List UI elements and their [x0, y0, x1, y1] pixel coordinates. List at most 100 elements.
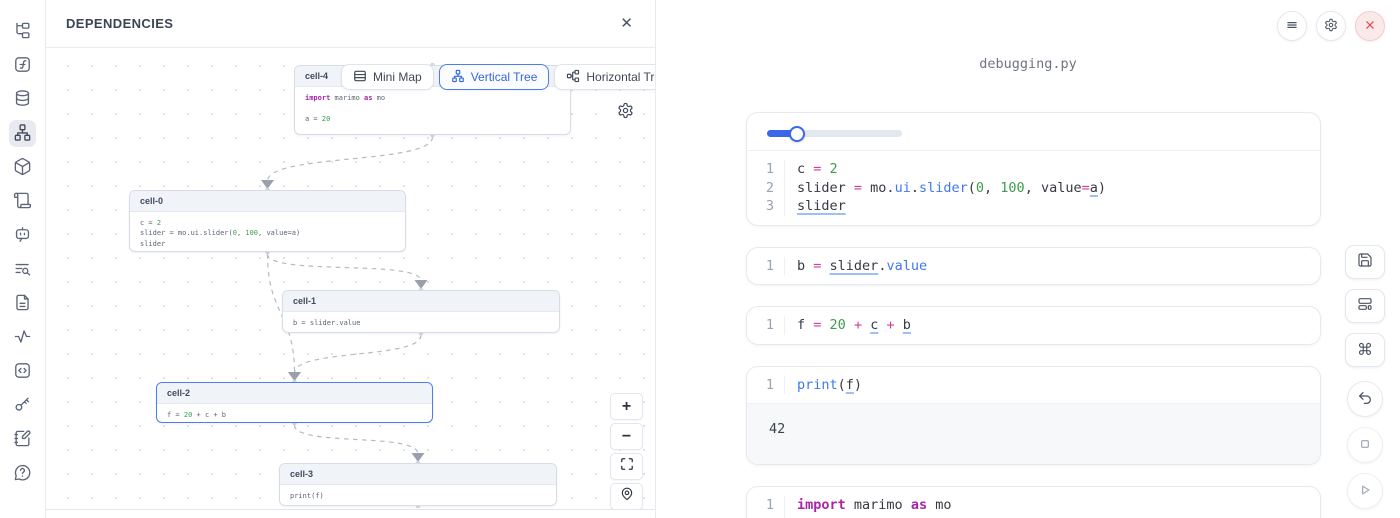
- list-search-icon: [13, 259, 32, 281]
- dependencies-panel: DEPENDENCIES ✕ cell-4import marimo as mo…: [46, 0, 656, 518]
- sidebar-item-datasources[interactable]: [9, 86, 36, 113]
- slider-thumb[interactable]: [789, 126, 805, 142]
- sidebar-item-dependencies[interactable]: [9, 120, 36, 147]
- code-source[interactable]: b = slider.value: [785, 257, 927, 276]
- node-code: c = 2slider = mo.ui.slider(0, 100, value…: [130, 212, 405, 252]
- sidebar-item-outline[interactable]: [9, 256, 36, 283]
- code-source[interactable]: import marimo as mo a = 20: [785, 496, 951, 518]
- logs-scroll-icon: [13, 191, 32, 213]
- center-view-button[interactable]: [610, 483, 643, 510]
- database-icon: [13, 89, 32, 111]
- command-icon: ⌘: [1357, 340, 1373, 360]
- node-code: import marimo as mo a = 20: [295, 87, 570, 130]
- function-icon: [13, 55, 32, 77]
- notebook-cell-cell-1: 1b = slider.value: [746, 247, 1321, 286]
- sidebar-item-scratchpad[interactable]: [9, 426, 36, 453]
- code-editor[interactable]: 123import marimo as mo a = 20: [747, 487, 1320, 518]
- graph-zoom-controls: + −: [610, 393, 643, 510]
- node-code: print(f): [280, 485, 556, 506]
- node-code: b = slider.value: [283, 312, 559, 333]
- vertical-tree-button[interactable]: Vertical Tree: [439, 64, 550, 90]
- dependency-graph-icon: [13, 123, 32, 145]
- graph-node-cell-2[interactable]: cell-2f = 20 + c + b: [156, 382, 433, 423]
- line-number-gutter: 123: [747, 496, 785, 518]
- dependency-graph-canvas[interactable]: cell-4import marimo as mo a = 20cell-0c …: [46, 48, 655, 510]
- code-editor[interactable]: 1f = 20 + c + b: [747, 307, 1320, 344]
- vertical-tree-icon: [451, 69, 465, 86]
- node-code: f = 20 + c + b: [157, 404, 432, 423]
- line-number-gutter: 123: [747, 160, 785, 216]
- menu-icon: [1285, 18, 1299, 35]
- code-source[interactable]: c = 2slider = mo.ui.slider(0, 100, value…: [785, 160, 1106, 216]
- play-icon: [1357, 482, 1373, 501]
- notebook-topbar: [1277, 11, 1385, 41]
- code-square-icon: [13, 361, 32, 383]
- line-number-gutter: 1: [747, 316, 785, 335]
- notebook-action-rail: ⌘: [1345, 245, 1385, 509]
- graph-node-cell-3[interactable]: cell-3print(f): [279, 463, 557, 506]
- close-panel-button[interactable]: ✕: [618, 14, 635, 33]
- key-icon: [13, 395, 32, 417]
- code-editor[interactable]: 123c = 2slider = mo.ui.slider(0, 100, va…: [747, 151, 1320, 225]
- gear-icon: [1324, 18, 1338, 35]
- line-number-gutter: 1: [747, 257, 785, 276]
- close-icon: [1363, 18, 1377, 35]
- horizontal-tree-button[interactable]: Horizontal Tree: [554, 64, 655, 90]
- command-palette-button[interactable]: ⌘: [1345, 333, 1385, 367]
- notebook-pen-icon: [13, 429, 32, 451]
- shutdown-button[interactable]: [1355, 11, 1385, 41]
- helper-icon-rail: [0, 0, 46, 518]
- stop-icon: [1357, 436, 1373, 455]
- code-source[interactable]: f = 20 + c + b: [785, 316, 911, 335]
- help-bubble-icon: [13, 463, 32, 485]
- graph-node-cell-1[interactable]: cell-1b = slider.value: [282, 290, 560, 333]
- code-source[interactable]: print(f): [785, 376, 862, 395]
- menu-button[interactable]: [1277, 11, 1307, 41]
- node-title: cell-1: [283, 291, 559, 312]
- sidebar-item-chat[interactable]: [9, 222, 36, 249]
- sidebar-item-snippets[interactable]: [9, 358, 36, 385]
- undo-button[interactable]: [1347, 381, 1383, 417]
- console-output: 42: [747, 403, 1320, 464]
- graph-settings-button[interactable]: [617, 102, 634, 122]
- notebook-area: debugging.py 123c = 2slider = mo.ui.slid…: [656, 0, 1400, 518]
- notebook-cell-cell-4: 123import marimo as mo a = 20: [746, 486, 1321, 518]
- layout-button[interactable]: [1345, 289, 1385, 323]
- sidebar-item-packages[interactable]: [9, 154, 36, 181]
- undo-icon: [1357, 390, 1373, 409]
- cell-output-area: [747, 113, 1320, 151]
- code-editor[interactable]: 1b = slider.value: [747, 248, 1320, 285]
- package-icon: [13, 157, 32, 179]
- save-button[interactable]: [1345, 245, 1385, 279]
- sidebar-item-secrets[interactable]: [9, 392, 36, 419]
- mini-map-button[interactable]: Mini Map: [341, 64, 434, 90]
- layout-icon: [1357, 296, 1373, 317]
- settings-button[interactable]: [1316, 11, 1346, 41]
- code-editor[interactable]: 1print(f): [747, 367, 1320, 404]
- slider-widget[interactable]: [767, 130, 902, 137]
- notebook-cell-cell-2: 1f = 20 + c + b: [746, 306, 1321, 345]
- line-number-gutter: 1: [747, 376, 785, 395]
- node-title: cell-3: [280, 464, 556, 485]
- run-all-button[interactable]: [1347, 473, 1383, 509]
- notebook-cell-cell-3: 1print(f)42: [746, 366, 1321, 466]
- stop-button[interactable]: [1347, 427, 1383, 463]
- node-title: cell-0: [130, 191, 405, 212]
- document-icon: [13, 293, 32, 315]
- zoom-out-button[interactable]: −: [610, 423, 643, 450]
- close-icon: ✕: [620, 15, 633, 32]
- sidebar-item-variables[interactable]: [9, 52, 36, 79]
- notebook-cell-cell-0: 123c = 2slider = mo.ui.slider(0, 100, va…: [746, 112, 1321, 226]
- dependencies-panel-header: DEPENDENCIES ✕: [46, 0, 655, 48]
- sidebar-item-explorer[interactable]: [9, 18, 36, 45]
- notebook-filename: debugging.py: [656, 56, 1400, 72]
- sidebar-item-help[interactable]: [9, 460, 36, 487]
- sidebar-item-logs[interactable]: [9, 188, 36, 215]
- fit-view-button[interactable]: [610, 453, 643, 480]
- sidebar-item-documentation[interactable]: [9, 290, 36, 317]
- graph-node-cell-0[interactable]: cell-0c = 2slider = mo.ui.slider(0, 100,…: [129, 190, 406, 252]
- file-tree-icon: [13, 21, 32, 43]
- zoom-in-button[interactable]: +: [610, 393, 643, 420]
- sidebar-item-tracing[interactable]: [9, 324, 36, 351]
- activity-icon: [13, 327, 32, 349]
